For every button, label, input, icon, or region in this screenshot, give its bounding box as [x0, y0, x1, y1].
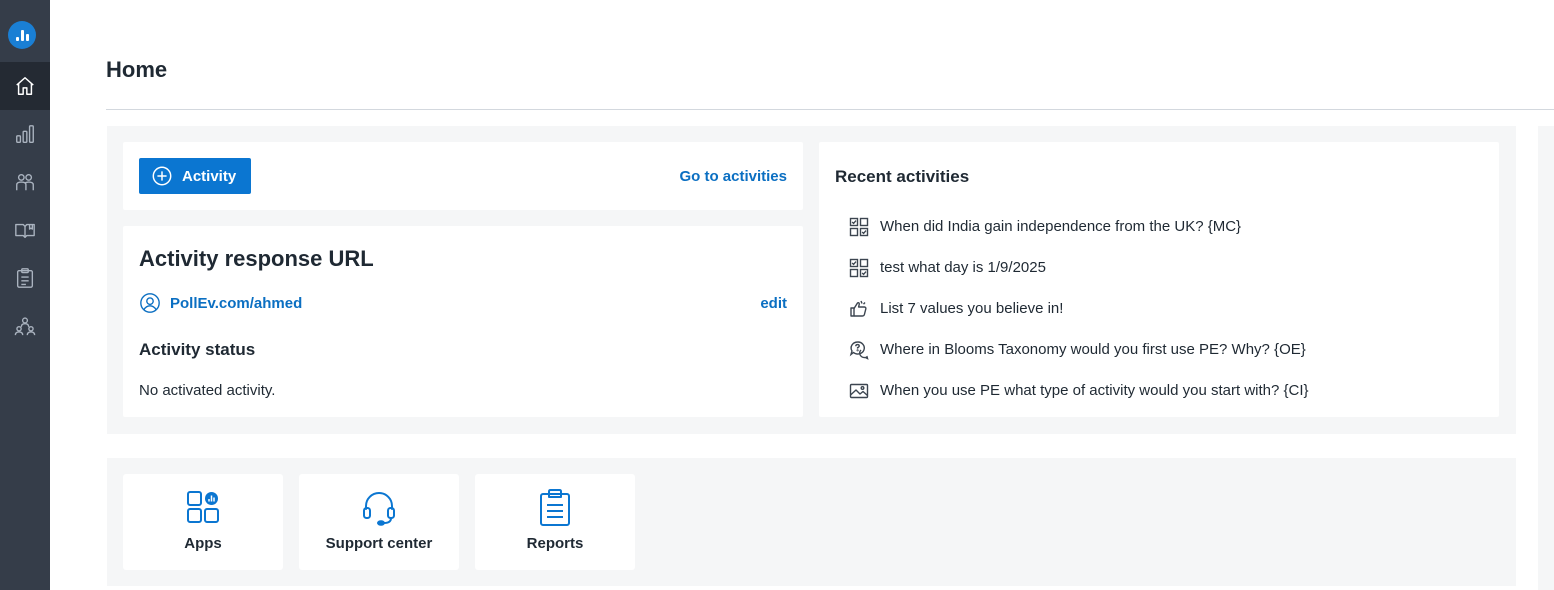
sidebar-item-activities[interactable] — [0, 110, 50, 158]
response-url-card: Activity response URL PollEv.com/ahmed e… — [123, 226, 803, 417]
recent-activities-card: Recent activities When did India gain in… — [819, 142, 1499, 417]
right-panel-edge — [1538, 126, 1554, 590]
recent-activity-label: test what day is 1/9/2025 — [880, 259, 1046, 276]
activity-card: Activity Go to activities — [123, 142, 803, 210]
image-icon — [849, 383, 869, 398]
edit-url-link[interactable]: edit — [760, 295, 787, 312]
headset-icon — [363, 492, 395, 526]
quick-links-panel: Apps Support center Reports — [107, 458, 1516, 586]
user-circle-icon — [140, 293, 160, 313]
recent-activity-item[interactable]: Where in Blooms Taxonomy would you first… — [849, 329, 1309, 370]
poll-everywhere-logo[interactable] — [8, 21, 36, 49]
apps-tile-label: Apps — [184, 535, 222, 552]
recent-activities-list: When did India gain independence from th… — [849, 206, 1309, 411]
plus-circle-icon — [152, 166, 172, 186]
recent-activity-label: Where in Blooms Taxonomy would you first… — [880, 341, 1306, 358]
recent-activity-label: List 7 values you believe in! — [880, 300, 1064, 317]
sidebar-item-team[interactable] — [0, 302, 50, 350]
response-url-row: PollEv.com/ahmed — [139, 292, 302, 314]
participants-icon — [16, 173, 34, 191]
sidebar-item-content[interactable] — [0, 206, 50, 254]
clipboard-icon — [540, 489, 570, 526]
content-library-icon — [15, 223, 35, 239]
recent-activity-label: When you use PE what type of activity wo… — [880, 382, 1309, 399]
sidebar-item-participants[interactable] — [0, 158, 50, 206]
top-panel: Activity Go to activities Activity respo… — [107, 126, 1516, 434]
sidebar-item-reports[interactable] — [0, 254, 50, 302]
response-url-heading: Activity response URL — [139, 246, 374, 271]
add-activity-label: Activity — [182, 167, 237, 185]
sidebar — [0, 0, 50, 590]
team-icon — [14, 317, 36, 336]
apps-tile[interactable]: Apps — [123, 474, 283, 570]
support-center-tile[interactable]: Support center — [299, 474, 459, 570]
recent-activity-item[interactable]: test what day is 1/9/2025 — [849, 247, 1309, 288]
recent-activity-item[interactable]: When you use PE what type of activity wo… — [849, 370, 1309, 411]
activity-status-heading: Activity status — [139, 340, 256, 359]
recent-activity-label: When did India gain independence from th… — [880, 218, 1242, 235]
home-icon — [16, 77, 34, 95]
recent-activity-item[interactable]: List 7 values you believe in! — [849, 288, 1309, 329]
reports-tile[interactable]: Reports — [475, 474, 635, 570]
title-divider — [106, 109, 1554, 110]
support-center-tile-label: Support center — [325, 535, 433, 552]
recent-activity-item[interactable]: When did India gain independence from th… — [849, 206, 1309, 247]
open-ended-icon — [849, 340, 869, 360]
clipboard-icon — [16, 268, 34, 288]
page-title: Home — [106, 57, 168, 82]
bar-chart-icon — [16, 125, 34, 143]
recent-activities-heading: Recent activities — [835, 167, 970, 186]
apps-icon — [187, 491, 219, 523]
multiple-choice-icon — [849, 258, 869, 277]
go-to-activities-link[interactable]: Go to activities — [679, 168, 787, 185]
multiple-choice-icon — [849, 217, 869, 236]
activity-status-text: No activated activity. — [139, 382, 276, 399]
response-url-link[interactable]: PollEv.com/ahmed — [170, 295, 302, 312]
reports-tile-label: Reports — [526, 535, 584, 552]
sidebar-item-home[interactable] — [0, 62, 50, 110]
add-activity-button[interactable]: Activity — [139, 158, 251, 194]
thumbs-icon — [850, 300, 867, 317]
